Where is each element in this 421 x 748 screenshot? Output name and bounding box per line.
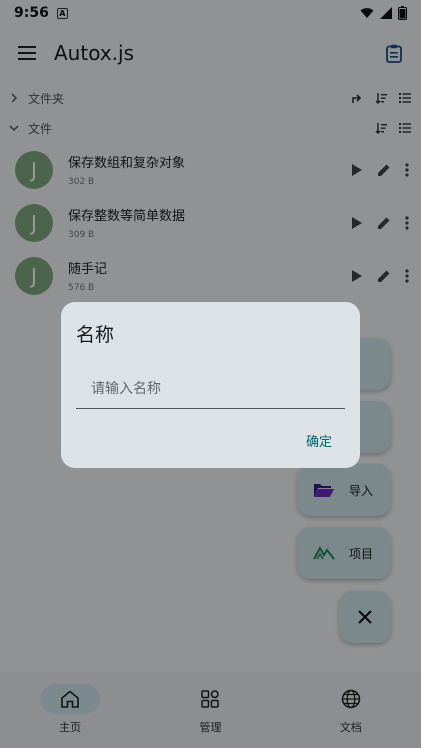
name-dialog: 名称 确定 xyxy=(61,302,360,468)
confirm-button[interactable]: 确定 xyxy=(306,431,332,450)
dialog-title: 名称 xyxy=(76,324,115,346)
name-field xyxy=(76,369,345,409)
name-input[interactable] xyxy=(91,380,345,397)
